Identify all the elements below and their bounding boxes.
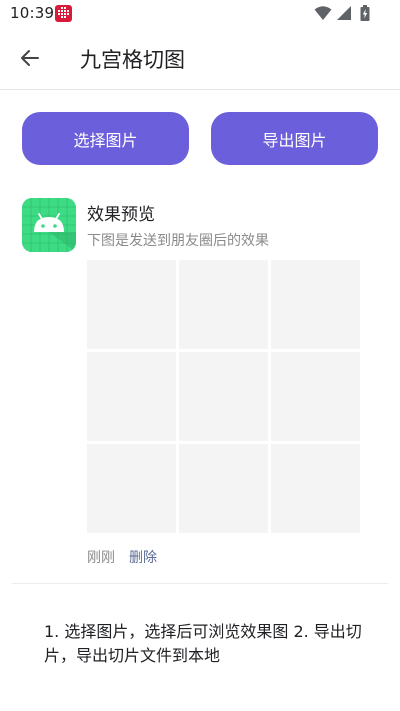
- post-meta: 刚刚 删除: [87, 547, 157, 567]
- avatar: [22, 198, 76, 252]
- grid-cell: [179, 352, 268, 441]
- export-image-button[interactable]: 导出图片: [211, 112, 378, 165]
- select-image-button[interactable]: 选择图片: [22, 112, 189, 165]
- back-button[interactable]: [14, 42, 46, 74]
- signal-icon: [337, 6, 351, 20]
- instructions-text: 1. 选择图片，选择后可浏览效果图 2. 导出切片，导出切片文件到本地: [44, 622, 362, 665]
- android-robot-icon: [22, 198, 76, 252]
- preview-subtitle: 下图是发送到朋友圈后的效果: [87, 233, 269, 249]
- grid-cell: [87, 352, 176, 441]
- grid-cell: [271, 444, 360, 533]
- nine-grid-preview: [87, 260, 360, 533]
- post-time: 刚刚: [87, 550, 115, 566]
- status-bar: 10:39: [0, 0, 400, 26]
- grid-cell: [179, 444, 268, 533]
- grid-cell: [179, 260, 268, 349]
- arrow-left-icon: [21, 50, 39, 66]
- grid-cell: [271, 352, 360, 441]
- delete-button[interactable]: 删除: [129, 550, 157, 566]
- battery-icon: [360, 5, 370, 21]
- divider: [12, 583, 388, 584]
- grid-cell: [87, 260, 176, 349]
- wifi-icon: [314, 6, 332, 20]
- grid-cell: [87, 444, 176, 533]
- app-notification-icon: [55, 5, 72, 22]
- preview-title: 效果预览: [87, 205, 155, 225]
- app-bar: 九宫格切图: [0, 26, 400, 90]
- page-title: 九宫格切图: [80, 48, 185, 72]
- status-time: 10:39: [10, 4, 55, 22]
- grid-cell: [271, 260, 360, 349]
